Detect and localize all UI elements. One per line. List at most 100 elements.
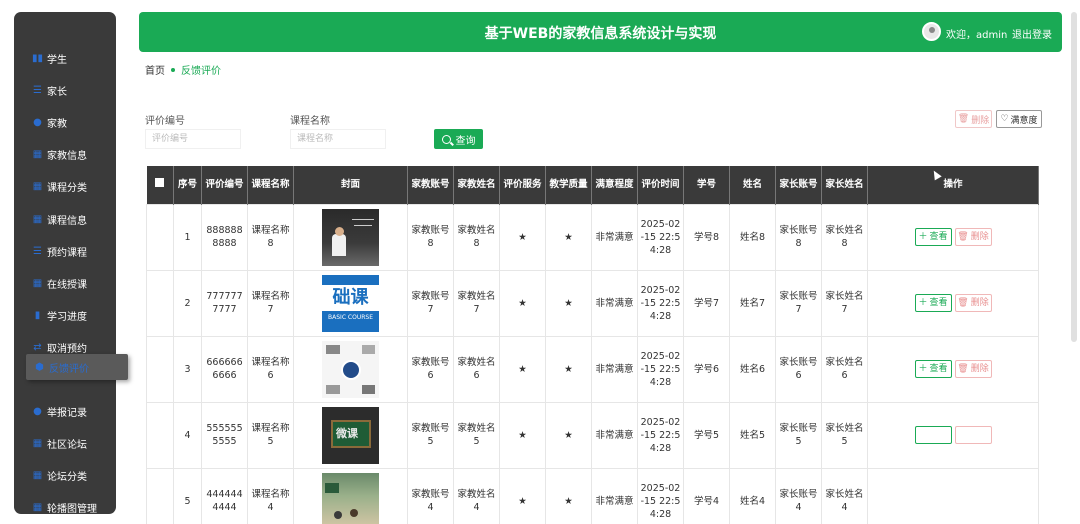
cell-tutor-name: 家教姓名4 bbox=[453, 467, 500, 524]
delete-button-label: 删除 bbox=[970, 231, 989, 242]
cell-parent-account: 家长账号8 bbox=[775, 203, 822, 271]
cell-course: 课程名称8 bbox=[247, 203, 294, 271]
cell-satisfaction: 非常满意 bbox=[591, 467, 638, 524]
cell-cover bbox=[293, 203, 408, 271]
welcome-text: 欢迎，admin bbox=[946, 30, 1008, 41]
search-label-course: 课程名称 bbox=[290, 116, 330, 127]
view-button[interactable]: ＋查看 bbox=[914, 360, 952, 378]
course-search-input[interactable] bbox=[290, 129, 386, 149]
cell-parent-name: 家长姓名4 bbox=[821, 467, 868, 524]
cell-satisfaction: 非常满意 bbox=[591, 335, 638, 403]
exchange-icon: ⇄ bbox=[33, 341, 42, 353]
select-all-header[interactable] bbox=[146, 166, 174, 204]
sidebar-item-course-info[interactable]: ▦ 课程信息 bbox=[14, 206, 116, 232]
row-select-cell[interactable] bbox=[146, 467, 174, 524]
sidebar-item-online-class[interactable]: ▦ 在线授课 bbox=[14, 270, 116, 296]
view-button[interactable]: ＋查看 bbox=[914, 294, 952, 312]
col-header: 家教账号 bbox=[407, 166, 454, 204]
cell-code: 5555555555 bbox=[201, 401, 248, 469]
view-button-label: 查看 bbox=[929, 297, 948, 308]
cell-actions bbox=[867, 467, 1039, 524]
plus-icon: ＋ bbox=[918, 297, 928, 308]
sidebar-item-label: 家教信息 bbox=[47, 150, 87, 162]
feedback-table: 序号 评价编号 课程名称 封面 家教账号 家教姓名 评价服务 教学质量 满意程度… bbox=[146, 166, 1039, 524]
sidebar-item-label: 举报记录 bbox=[47, 407, 87, 419]
sidebar-item-booking[interactable]: ☰ 预约课程 bbox=[14, 238, 116, 264]
cell-time: 2025-02-15 22:54:28 bbox=[637, 269, 684, 337]
cover-text: 础课 bbox=[322, 284, 379, 311]
sidebar-item-tutors[interactable]: ● 家教 bbox=[14, 109, 116, 135]
code-search-input[interactable] bbox=[145, 129, 241, 149]
cell-tutor-account: 家教账号7 bbox=[407, 269, 454, 337]
sidebar-item-label: 课程分类 bbox=[47, 182, 87, 194]
sidebar-item-students[interactable]: ▮▮ 学生 bbox=[14, 45, 116, 71]
sidebar-item-carousel[interactable]: ▦ 轮播图管理 bbox=[14, 494, 116, 515]
col-header: 评价时间 bbox=[637, 166, 684, 204]
cell-name: 姓名8 bbox=[729, 203, 776, 271]
bar-chart-icon: ▮ bbox=[34, 309, 41, 321]
cell-name: 姓名5 bbox=[729, 401, 776, 469]
delete-button[interactable]: 🗑 删除 bbox=[954, 294, 992, 312]
avatar[interactable] bbox=[922, 22, 941, 41]
view-button-label: 查看 bbox=[929, 363, 948, 374]
row-actions: ＋查看 🗑 删除 bbox=[870, 360, 1036, 378]
user-icon: ● bbox=[33, 116, 42, 128]
cell-service: ★ bbox=[499, 467, 546, 524]
bulk-delete-button[interactable]: 🗑 删除 bbox=[955, 110, 992, 128]
cell-course: 课程名称7 bbox=[247, 269, 294, 337]
logout-link[interactable]: 退出登录 bbox=[1012, 26, 1052, 41]
cover-image bbox=[322, 472, 379, 524]
sidebar-item-label: 论坛分类 bbox=[47, 471, 87, 483]
search-button[interactable]: 查询 bbox=[434, 129, 483, 149]
grid-icon: ▦ bbox=[32, 277, 43, 289]
col-header: 家长账号 bbox=[775, 166, 822, 204]
trash-icon: 🗑 bbox=[957, 297, 969, 308]
grid-icon: ▦ bbox=[32, 213, 43, 225]
search-label-code: 评价编号 bbox=[145, 116, 185, 127]
plus-icon: ＋ bbox=[918, 231, 928, 242]
delete-button[interactable] bbox=[954, 426, 992, 444]
col-header: 家长姓名 bbox=[821, 166, 868, 204]
cell-student-no: 学号4 bbox=[683, 467, 730, 524]
col-header: 评价服务 bbox=[499, 166, 546, 204]
delete-button[interactable]: 🗑 删除 bbox=[954, 228, 992, 246]
cell-no: 3 bbox=[173, 335, 202, 403]
sidebar-item-feedback[interactable]: ⬢ 反馈评价 bbox=[26, 354, 128, 380]
row-select-cell[interactable] bbox=[146, 335, 174, 403]
cell-parent-name: 家长姓名8 bbox=[821, 203, 868, 271]
row-actions: ＋查看 🗑 删除 bbox=[870, 228, 1036, 246]
row-actions bbox=[870, 426, 1036, 444]
sidebar-item-progress[interactable]: ▮ 学习进度 bbox=[14, 302, 116, 328]
cell-service: ★ bbox=[499, 203, 546, 271]
cell-tutor-account: 家教账号5 bbox=[407, 401, 454, 469]
cell-satisfaction: 非常满意 bbox=[591, 401, 638, 469]
sidebar: ▮▮ 学生 ☰ 家长 ● 家教 ▦ 家教信息 ▦ 课程分类 ▦ 课程信息 ☰ 预约课程 ▦ 在线… bbox=[14, 12, 116, 514]
view-button[interactable] bbox=[914, 426, 952, 444]
view-button[interactable]: ＋查看 bbox=[914, 228, 952, 246]
cover-image: 础课 BASIC COURSE bbox=[322, 274, 379, 332]
select-all-checkbox[interactable] bbox=[155, 178, 165, 188]
sidebar-item-forum-category[interactable]: ▦ 论坛分类 bbox=[14, 462, 116, 488]
row-select-cell[interactable] bbox=[146, 401, 174, 469]
breadcrumb-separator bbox=[171, 67, 175, 72]
breadcrumb-home[interactable]: 首页 bbox=[145, 62, 165, 77]
sidebar-item-reports[interactable]: ● 举报记录 bbox=[14, 398, 116, 424]
sidebar-item-forum[interactable]: ▦ 社区论坛 bbox=[14, 430, 116, 456]
row-select-cell[interactable] bbox=[146, 269, 174, 337]
cover-subtext: BASIC COURSE bbox=[328, 313, 373, 321]
page-scrollbar[interactable] bbox=[1071, 12, 1077, 342]
sidebar-item-course-category[interactable]: ▦ 课程分类 bbox=[14, 173, 116, 199]
cell-cover: 础课 BASIC COURSE bbox=[293, 269, 408, 337]
table-row: 4 5555555555 课程名称5 微课 家教账号5 家教姓名5 ★ ★ 非常满意 2025-0… bbox=[146, 401, 1039, 469]
satisfaction-button[interactable]: ♡ 满意度 bbox=[996, 110, 1042, 128]
sidebar-item-label: 反馈评价 bbox=[49, 363, 89, 375]
sidebar-item-label: 取消预约 bbox=[47, 343, 87, 355]
sidebar-item-tutor-info[interactable]: ▦ 家教信息 bbox=[14, 141, 116, 167]
trash-icon: 🗑 bbox=[957, 363, 969, 374]
sidebar-item-parents[interactable]: ☰ 家长 bbox=[14, 77, 116, 103]
row-select-cell[interactable] bbox=[146, 203, 174, 271]
delete-button[interactable]: 🗑 删除 bbox=[954, 360, 992, 378]
cell-actions bbox=[867, 401, 1039, 469]
cover-image bbox=[322, 208, 379, 266]
cell-tutor-account: 家教账号8 bbox=[407, 203, 454, 271]
